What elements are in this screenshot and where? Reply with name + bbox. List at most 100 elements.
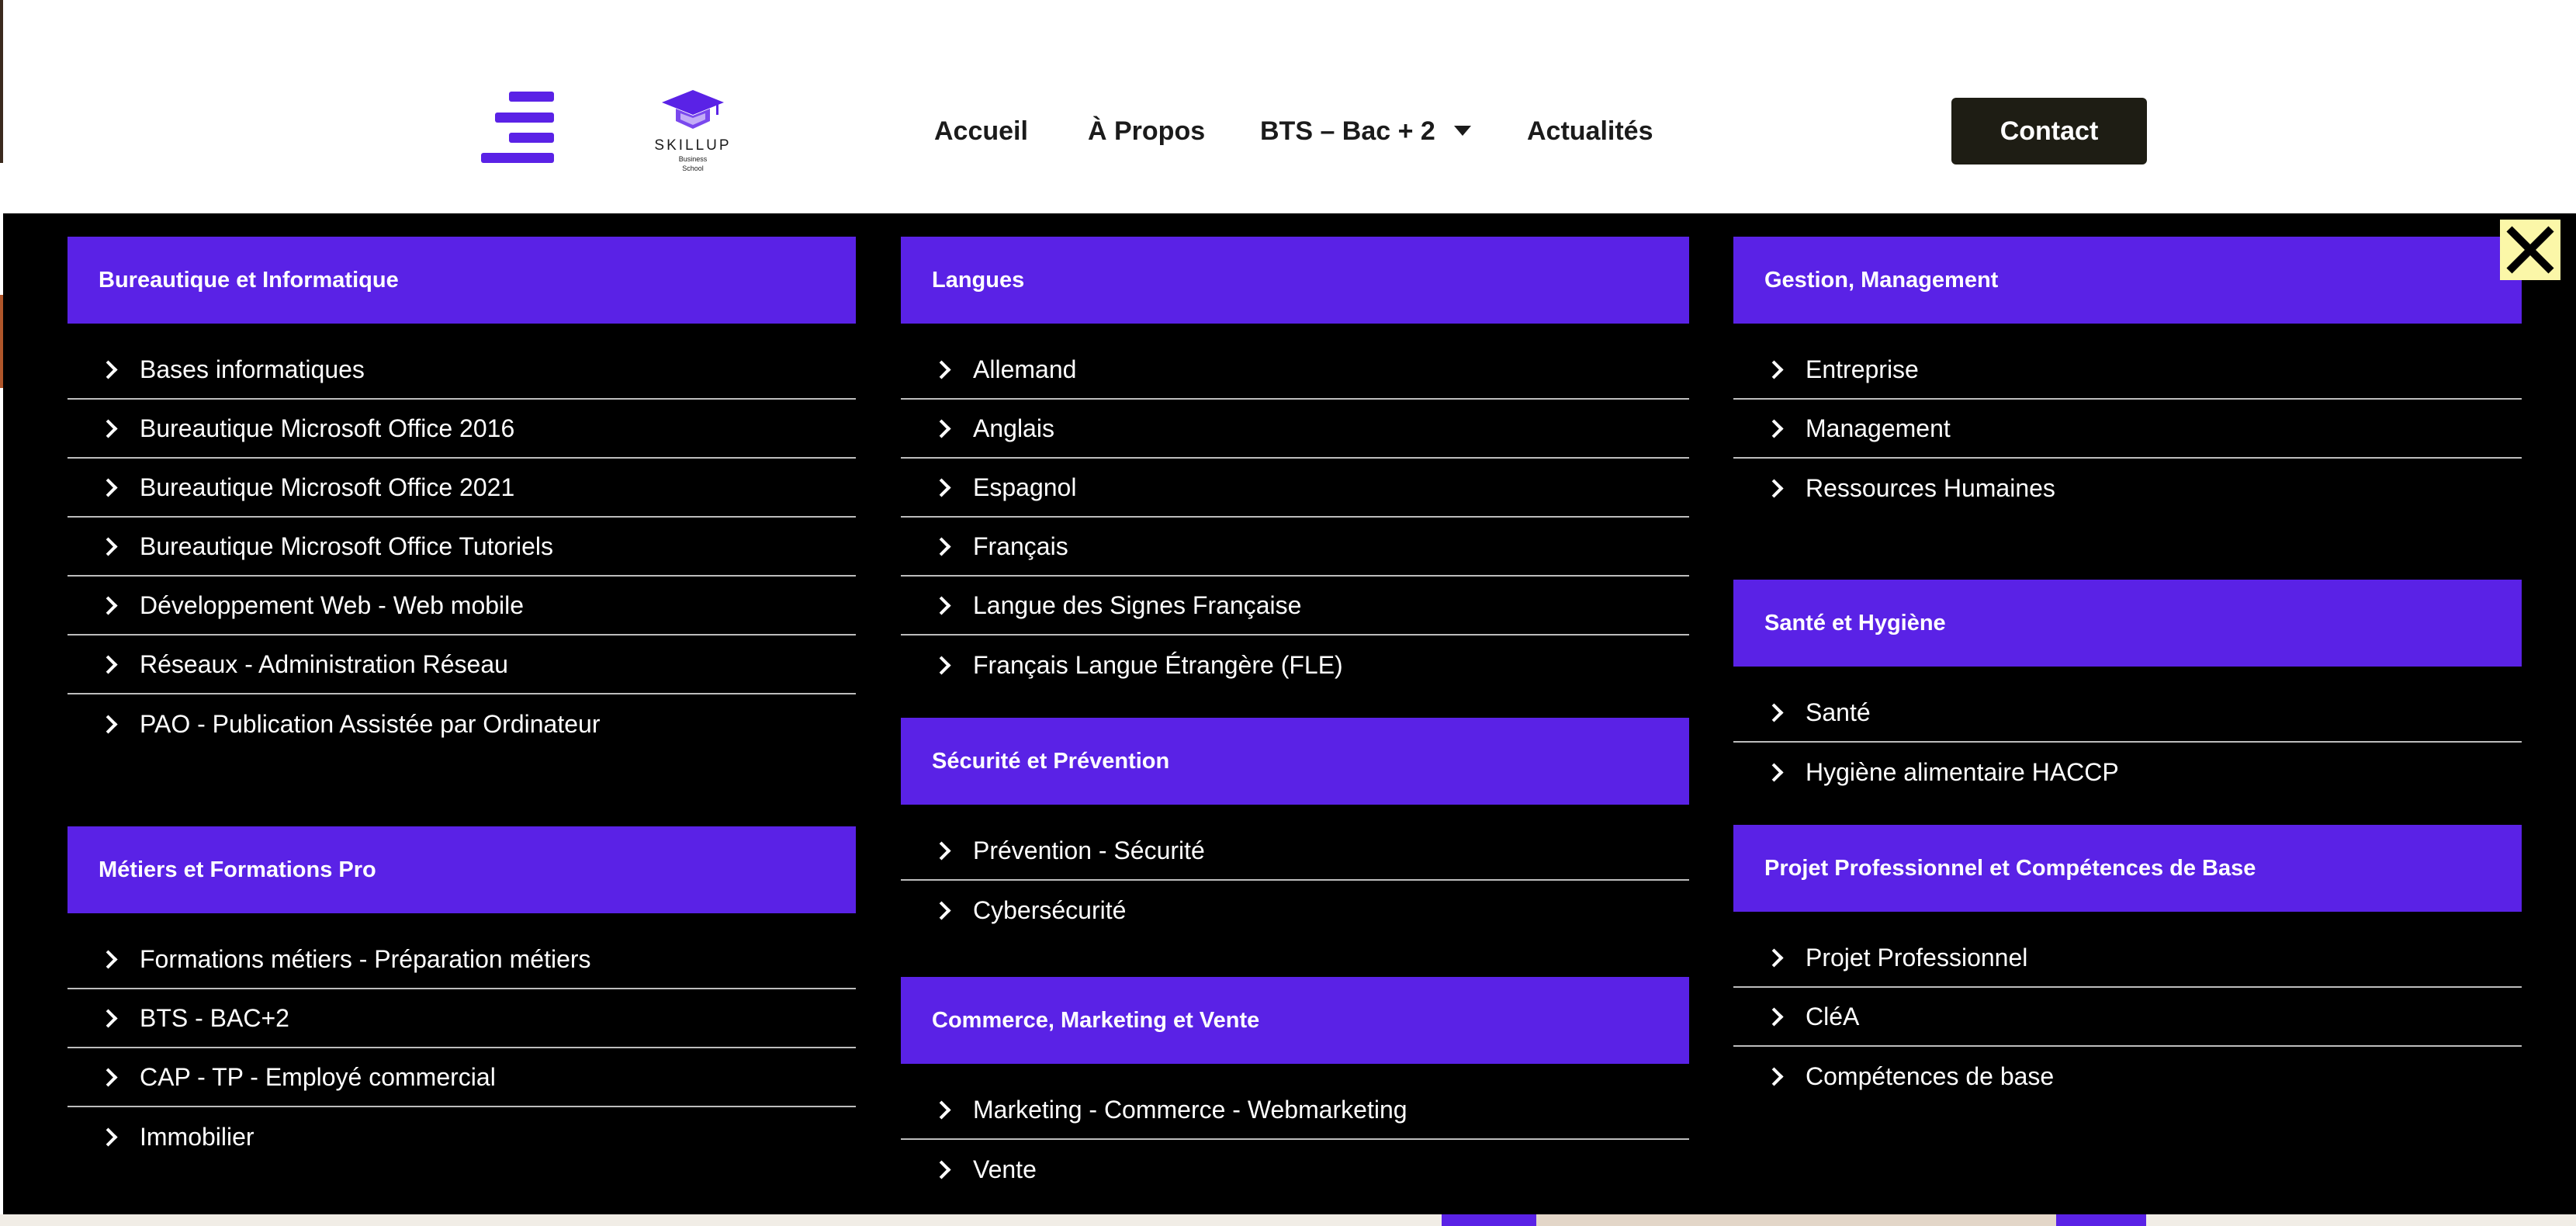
menu-item-projet-professionnel[interactable]: Projet Professionnel bbox=[1733, 929, 2522, 988]
menu-item-espagnol[interactable]: Espagnol bbox=[901, 459, 1689, 518]
menu-item-langue-des-signes-francaise[interactable]: Langue des Signes Française bbox=[901, 577, 1689, 636]
contact-button[interactable]: Contact bbox=[1951, 98, 2147, 165]
menu-item-label: Santé bbox=[1806, 698, 1871, 726]
chevron-right-icon bbox=[99, 418, 118, 438]
menu-item-label: PAO - Publication Assistée par Ordinateu… bbox=[140, 709, 601, 738]
menu-section-sante-et-hygiene: Santé et Hygiène Santé Hygiène alimentaire… bbox=[1733, 580, 2522, 802]
menu-item-label: Hygiène alimentaire HACCP bbox=[1806, 757, 2119, 786]
menu-item-bureautique-microsoft-office-2021[interactable]: Bureautique Microsoft Office 2021 bbox=[68, 459, 856, 518]
hamburger-menu-icon[interactable] bbox=[481, 92, 556, 163]
chevron-right-icon bbox=[932, 840, 951, 861]
logo-wordmark: SKILLUP bbox=[654, 137, 732, 154]
logo-tagline-2: School bbox=[682, 165, 704, 172]
menu-item-label: Projet Professionnel bbox=[1806, 943, 2028, 971]
chevron-right-icon bbox=[99, 477, 118, 497]
menu-section-title[interactable]: Langues bbox=[901, 237, 1689, 324]
menu-item-label: Langue des Signes Française bbox=[973, 590, 1302, 619]
close-icon[interactable] bbox=[2500, 220, 2560, 280]
chevron-right-icon bbox=[932, 1159, 951, 1179]
menu-item-label: Bureautique Microsoft Office 2016 bbox=[140, 414, 515, 442]
menu-item-label: Développement Web - Web mobile bbox=[140, 590, 525, 619]
chevron-right-icon bbox=[1764, 1066, 1784, 1086]
menu-item-list: Marketing - Commerce - Webmarketing Vente bbox=[901, 1064, 1689, 1199]
menu-item-vente[interactable]: Vente bbox=[901, 1140, 1689, 1199]
menu-item-entreprise[interactable]: Entreprise bbox=[1733, 341, 2522, 400]
menu-item-list: Prévention - Sécurité Cybersécurité bbox=[901, 805, 1689, 940]
menu-item-francais[interactable]: Français bbox=[901, 518, 1689, 577]
menu-item-developpement-web-web-mobile[interactable]: Développement Web - Web mobile bbox=[68, 577, 856, 636]
menu-section-title[interactable]: Bureautique et Informatique bbox=[68, 237, 856, 324]
chevron-right-icon bbox=[1764, 1006, 1784, 1027]
menu-section-title[interactable]: Santé et Hygiène bbox=[1733, 580, 2522, 667]
menu-section-title[interactable]: Sécurité et Prévention bbox=[901, 718, 1689, 805]
menu-section-langues: Langues Allemand Anglais Espagnol Français La… bbox=[901, 237, 1689, 694]
chevron-right-icon bbox=[99, 949, 118, 969]
menu-section-commerce-marketing-et-vente: Commerce, Marketing et Vente Marketing - … bbox=[901, 977, 1689, 1199]
menu-item-label: Ressources Humaines bbox=[1806, 473, 2055, 502]
menu-item-bases-informatiques[interactable]: Bases informatiques bbox=[68, 341, 856, 400]
menu-item-bureautique-microsoft-office-2016[interactable]: Bureautique Microsoft Office 2016 bbox=[68, 400, 856, 459]
menu-item-ressources-humaines[interactable]: Ressources Humaines bbox=[1733, 459, 2522, 518]
menu-section-title[interactable]: Projet Professionnel et Compétences de B… bbox=[1733, 825, 2522, 912]
chevron-right-icon bbox=[932, 477, 951, 497]
nav-bts[interactable]: BTS – Bac + 2 bbox=[1260, 116, 1471, 147]
chevron-right-icon bbox=[1764, 762, 1784, 782]
menu-item-label: CAP - TP - Employé commercial bbox=[140, 1062, 496, 1091]
menu-section-title[interactable]: Commerce, Marketing et Vente bbox=[901, 977, 1689, 1064]
site-header: SKILLUP Business School Accueil À Propos… bbox=[0, 0, 2576, 213]
menu-item-anglais[interactable]: Anglais bbox=[901, 400, 1689, 459]
chevron-right-icon bbox=[99, 1008, 118, 1028]
menu-item-reseaux-administration-reseau[interactable]: Réseaux - Administration Réseau bbox=[68, 636, 856, 694]
menu-item-francais-langue-etrangere-fle[interactable]: Français Langue Étrangère (FLE) bbox=[901, 636, 1689, 694]
menu-item-bts-bac-2[interactable]: BTS - BAC+2 bbox=[68, 989, 856, 1048]
menu-item-cybersecurite[interactable]: Cybersécurité bbox=[901, 881, 1689, 940]
chevron-right-icon bbox=[932, 359, 951, 379]
chevron-right-icon bbox=[932, 418, 951, 438]
menu-section-metiers-et-formations-pro: Métiers et Formations Pro Formations méti… bbox=[68, 826, 856, 1166]
menu-item-label: CléA bbox=[1806, 1002, 1860, 1030]
menu-section-securite-et-prevention: Sécurité et Prévention Prévention - Sécur… bbox=[901, 718, 1689, 940]
site-logo[interactable]: SKILLUP Business School bbox=[650, 87, 736, 186]
menu-section-projet-professionnel-et-competences-de-base: Projet Professionnel et Compétences de B… bbox=[1733, 825, 2522, 1106]
close-x-glyph bbox=[2506, 226, 2554, 274]
menu-section-title[interactable]: Métiers et Formations Pro bbox=[68, 826, 856, 913]
menu-item-prevention-securite[interactable]: Prévention - Sécurité bbox=[901, 822, 1689, 881]
menu-item-cap-tp-employe-commercial[interactable]: CAP - TP - Employé commercial bbox=[68, 1048, 856, 1107]
menu-item-label: Immobilier bbox=[140, 1122, 254, 1151]
menu-item-label: Vente bbox=[973, 1155, 1037, 1183]
menu-item-label: Anglais bbox=[973, 414, 1054, 442]
menu-item-pao-publication-assistee-par-ordinateur[interactable]: PAO - Publication Assistée par Ordinateu… bbox=[68, 694, 856, 753]
background-edge bbox=[0, 0, 3, 163]
menu-item-sante[interactable]: Santé bbox=[1733, 684, 2522, 743]
chevron-right-icon bbox=[932, 1100, 951, 1120]
menu-item-list: Bases informatiques Bureautique Microsoft… bbox=[68, 324, 856, 753]
menu-item-marketing-commerce-webmarketing[interactable]: Marketing - Commerce - Webmarketing bbox=[901, 1081, 1689, 1140]
chevron-right-icon bbox=[99, 536, 118, 556]
chevron-right-icon bbox=[99, 359, 118, 379]
menu-item-clea[interactable]: CléA bbox=[1733, 988, 2522, 1047]
chevron-right-icon bbox=[99, 714, 118, 734]
menu-item-hygiene-alimentaire-haccp[interactable]: Hygiène alimentaire HACCP bbox=[1733, 743, 2522, 802]
menu-item-list: Formations métiers - Préparation métiers… bbox=[68, 913, 856, 1166]
menu-item-list: Projet Professionnel CléA Compétences de b… bbox=[1733, 912, 2522, 1106]
menu-item-immobilier[interactable]: Immobilier bbox=[68, 1107, 856, 1166]
menu-item-allemand[interactable]: Allemand bbox=[901, 341, 1689, 400]
nav-actualites[interactable]: Actualités bbox=[1527, 116, 1653, 147]
menu-item-label: Marketing - Commerce - Webmarketing bbox=[973, 1095, 1407, 1124]
menu-item-formations-metiers-preparation-metiers[interactable]: Formations métiers - Préparation métiers bbox=[68, 930, 856, 989]
nav-accueil[interactable]: Accueil bbox=[934, 116, 1028, 147]
menu-item-label: Cybersécurité bbox=[973, 895, 1127, 924]
logo-tagline-1: Business bbox=[678, 155, 708, 163]
menu-item-label: Management bbox=[1806, 414, 1951, 442]
menu-item-bureautique-microsoft-office-tutoriels[interactable]: Bureautique Microsoft Office Tutoriels bbox=[68, 518, 856, 577]
menu-section-gestion-management: Gestion, Management Entreprise Management R… bbox=[1733, 237, 2522, 518]
menu-item-competences-de-base[interactable]: Compétences de base bbox=[1733, 1047, 2522, 1106]
nav-a-propos[interactable]: À Propos bbox=[1088, 116, 1205, 147]
menu-item-label: BTS - BAC+2 bbox=[140, 1003, 289, 1032]
menu-section-bureautique-et-informatique: Bureautique et Informatique Bases informa… bbox=[68, 237, 856, 753]
chevron-right-icon bbox=[1764, 418, 1784, 438]
menu-item-management[interactable]: Management bbox=[1733, 400, 2522, 459]
chevron-right-icon bbox=[932, 595, 951, 615]
menu-section-title[interactable]: Gestion, Management bbox=[1733, 237, 2522, 324]
menu-item-list: Santé Hygiène alimentaire HACCP bbox=[1733, 667, 2522, 802]
